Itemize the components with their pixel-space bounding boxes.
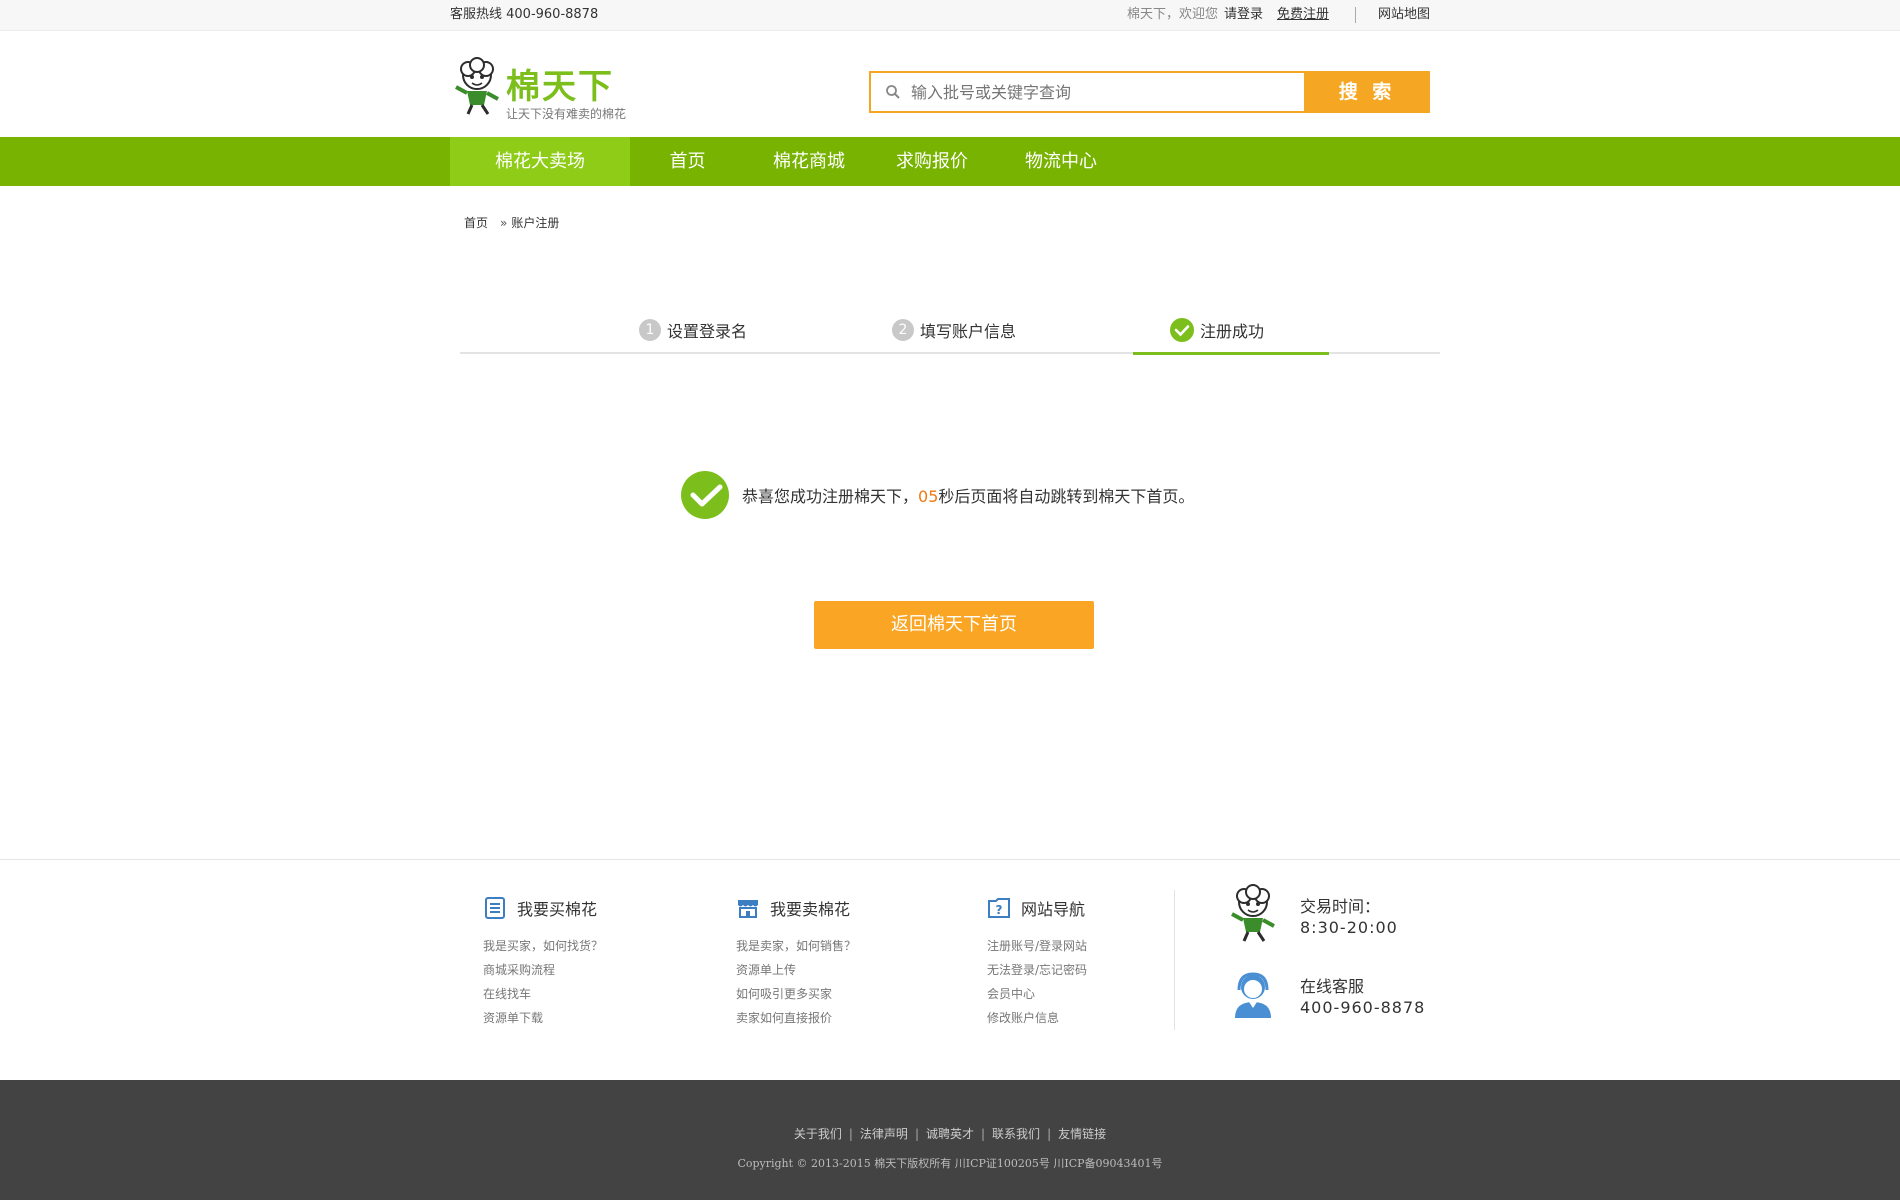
welcome-text: 棉天下，欢迎您 [1126, 7, 1218, 22]
main-nav: 棉花大卖场 首页 棉花商城 求购报价 物流中心 [0, 137, 1900, 186]
step-number: 2 [892, 319, 914, 341]
footer-bottom: 关于我们 | 法律声明 | 诚聘英才 | 联系我们 | 友情链接 Copyright © 201… [0, 1080, 1900, 1200]
footer-divider [1174, 890, 1175, 1030]
copyright-text: Copyright © 2013-2015 棉天下版权所有 川ICP证10020… [737, 1157, 1163, 1170]
footer-jobs-link[interactable]: 诚聘英才 [926, 1127, 974, 1141]
footer-link[interactable]: 我是买家，如何找货？ [483, 934, 603, 958]
search-button[interactable]: 搜 索 [1304, 71, 1430, 113]
registration-steps: 1 设置登录名 2 填写账户信息 注册成功 [460, 312, 1440, 355]
footer-link[interactable]: 资源单上传 [736, 958, 856, 982]
hotline-text: 客服热线 400-960-8878 [450, 7, 599, 22]
register-link[interactable]: 免费注册 [1277, 0, 1329, 30]
help-icon: ? [988, 898, 1010, 918]
topbar-divider [1354, 7, 1356, 23]
footer-column-title: 我要买棉花 [483, 896, 603, 920]
footer-contact-link[interactable]: 联系我们 [992, 1127, 1040, 1141]
footer-link[interactable]: 如何吸引更多买家 [736, 982, 856, 1006]
nav-item-purchase-quote[interactable]: 求购报价 [873, 137, 991, 186]
footer-link[interactable]: 会员中心 [987, 982, 1087, 1006]
footer-link[interactable]: 商城采购流程 [483, 958, 603, 982]
footer-title-text: 网站导航 [1021, 900, 1086, 919]
active-step-underline [1133, 352, 1329, 355]
cotton-mascot-icon [1231, 884, 1275, 942]
footer-column-buy: 我要买棉花 我是买家，如何找货？ 商城采购流程 在线找车 资源单下载 [483, 896, 603, 1030]
search-input[interactable] [911, 73, 1296, 111]
footer-bottom-links: 关于我们 | 法律声明 | 诚聘英才 | 联系我们 | 友情链接 [0, 1125, 1900, 1142]
footer-link[interactable]: 无法登录/忘记密码 [987, 958, 1087, 982]
breadcrumb-home[interactable]: 首页 [464, 214, 488, 231]
success-text: 恭喜您成功注册棉天下，05秒后页面将自动跳转到棉天下首页。 [742, 483, 1194, 507]
nav-item-cotton-market[interactable]: 棉花大卖场 [450, 137, 630, 186]
trade-time-label: 交易时间： [1300, 897, 1381, 916]
footer-title-text: 我要卖棉花 [770, 900, 851, 919]
top-bar: 客服热线 400-960-8878 棉天下，欢迎您 请登录 免费注册 网站地图 [0, 0, 1900, 31]
store-icon [738, 900, 758, 918]
footer-link[interactable]: 在线找车 [483, 982, 603, 1006]
countdown-seconds: 05 [918, 487, 939, 506]
online-service-phone: 400-960-8878 [1300, 998, 1426, 1017]
footer-column-sell: 我要卖棉花 我是卖家，如何销售？ 资源单上传 如何吸引更多买家 卖家如何直接报价 [736, 896, 856, 1030]
footer-column-title: 我要卖棉花 [736, 896, 856, 920]
double-chevron-right-icon: » [500, 215, 508, 230]
trade-time-block: 交易时间： 8:30-20:00 [1226, 884, 1398, 944]
footer-column-nav: ? 网站导航 注册账号/登录网站 无法登录/忘记密码 会员中心 修改账户信息 [987, 896, 1087, 1030]
success-prefix: 恭喜您成功注册棉天下， [742, 487, 919, 506]
footer-link[interactable]: 注册账号/登录网站 [987, 934, 1087, 958]
sitemap-link[interactable]: 网站地图 [1378, 0, 1430, 30]
nav-item-cotton-mall[interactable]: 棉花商城 [745, 137, 873, 186]
success-suffix: 秒后页面将自动跳转到棉天下首页。 [938, 487, 1195, 506]
online-service-label: 在线客服 [1300, 977, 1365, 996]
step-label: 填写账户信息 [920, 322, 1017, 341]
site-logo[interactable]: 棉天下 让天下没有难卖的棉花 [450, 55, 640, 125]
search-bar: 搜 索 [869, 71, 1430, 113]
trade-time-value: 8:30-20:00 [1300, 918, 1398, 937]
step-fill-account-info: 2 填写账户信息 [892, 318, 1016, 342]
nav-item-home[interactable]: 首页 [630, 137, 745, 186]
step-register-success: 注册成功 [1170, 318, 1264, 342]
footer-link[interactable]: 资源单下载 [483, 1006, 603, 1030]
search-box [869, 71, 1304, 113]
brand-slogan: 让天下没有难卖的棉花 [506, 107, 627, 121]
breadcrumb: 首页 » 账户注册 [464, 214, 559, 231]
link-separator: | [848, 1127, 853, 1141]
link-separator: | [981, 1127, 986, 1141]
link-separator: | [1047, 1127, 1052, 1141]
brand-name: 棉天下 [506, 67, 614, 107]
login-link[interactable]: 请登录 [1224, 0, 1263, 30]
footer-help: 我要买棉花 我是买家，如何找货？ 商城采购流程 在线找车 资源单下载 我要卖棉花… [0, 859, 1900, 1080]
footer-friend-links[interactable]: 友情链接 [1058, 1127, 1106, 1141]
step-label: 注册成功 [1200, 322, 1265, 341]
search-icon [886, 85, 900, 99]
back-home-button[interactable]: 返回棉天下首页 [814, 601, 1094, 649]
footer-title-text: 我要买棉花 [517, 900, 598, 919]
online-service-block[interactable]: 在线客服 400-960-8878 [1226, 970, 1425, 1020]
footer-about-link[interactable]: 关于我们 [794, 1127, 842, 1141]
footer-link[interactable]: 我是卖家，如何销售？ [736, 934, 856, 958]
footer-link[interactable]: 卖家如何直接报价 [736, 1006, 856, 1030]
footer-link[interactable]: 修改账户信息 [987, 1006, 1087, 1030]
nav-item-logistics[interactable]: 物流中心 [991, 137, 1131, 186]
list-icon [485, 897, 505, 919]
customer-service-icon [1235, 972, 1271, 1018]
step-number: 1 [639, 319, 661, 341]
link-separator: | [914, 1127, 919, 1141]
success-message: 恭喜您成功注册棉天下，05秒后页面将自动跳转到棉天下首页。 [680, 470, 1194, 520]
step-label: 设置登录名 [667, 322, 748, 341]
cotton-mascot-icon [455, 57, 499, 115]
svg-text:?: ? [996, 903, 1003, 917]
breadcrumb-current: 账户注册 [511, 216, 560, 230]
check-circle-icon [1170, 318, 1194, 342]
success-check-icon [681, 471, 729, 519]
footer-column-title: ? 网站导航 [987, 896, 1087, 920]
footer-legal-link[interactable]: 法律声明 [860, 1127, 908, 1141]
step-set-login-name: 1 设置登录名 [639, 318, 747, 342]
